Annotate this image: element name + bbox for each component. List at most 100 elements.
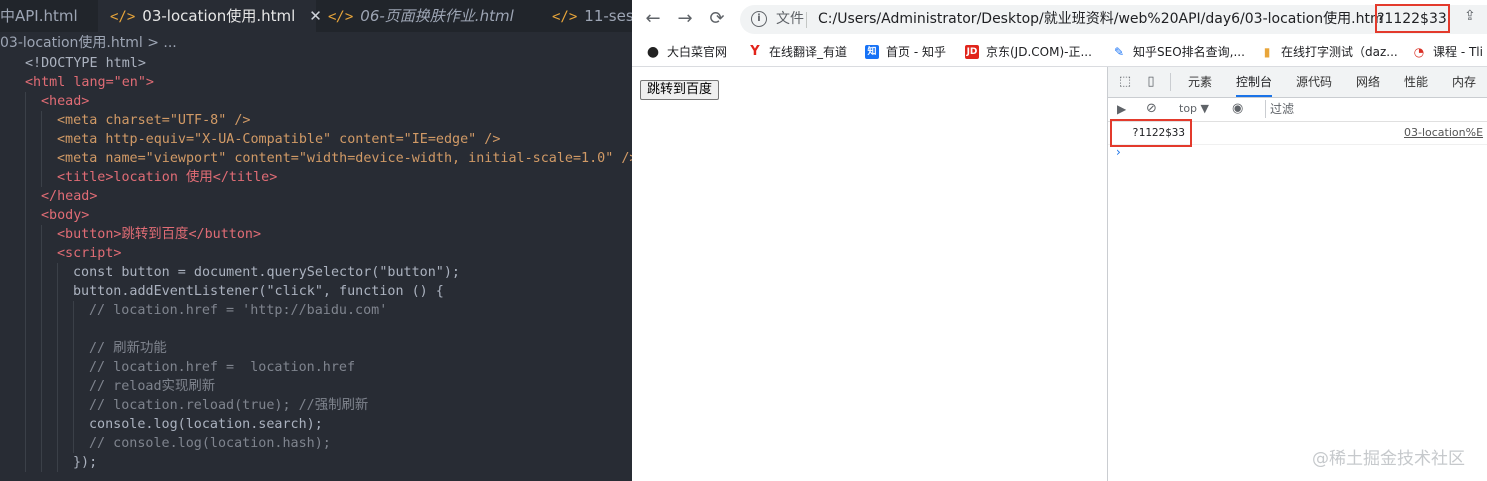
code-line: <!DOCTYPE html> (0, 54, 146, 73)
inspect-icon[interactable]: ⬚ (1118, 75, 1132, 89)
watermark: @稀土掘金技术社区 (1312, 449, 1465, 469)
code-text: <head> (41, 94, 90, 109)
code-text: <html lang="en"> (25, 75, 154, 90)
code-line: <button>跳转到百度</button> (0, 225, 261, 244)
tab-api-html[interactable]: 中API.html (0, 0, 98, 32)
log-source-link[interactable]: 03-location%E (1404, 122, 1483, 144)
code-line: <html lang="en"> (0, 73, 154, 92)
code-text: <meta http-equiv="X-UA-Compatible" conte… (57, 132, 501, 147)
tab-skin-html[interactable]: </> 06-页面换肤作业.html (316, 0, 540, 32)
code-line: const button = document.querySelector("b… (0, 263, 460, 282)
tab-session-html[interactable]: </> 11-sess (540, 0, 632, 32)
code-text: <script> (57, 246, 122, 261)
clear-console-icon[interactable]: ⊘ (1146, 101, 1157, 117)
code-text: console.log(location.search); (89, 417, 323, 432)
code-line: <script> (0, 244, 122, 263)
console-filter-input[interactable]: 过滤 (1265, 100, 1487, 118)
url-path[interactable]: C:/Users/Administrator/Desktop/就业班资料/web… (818, 5, 1384, 34)
code-comment: // location.href = location.href (89, 360, 356, 375)
code-text: const button = document.querySelector("b… (73, 265, 460, 280)
tab-location-html[interactable]: </> 03-location使用.html ✕ (98, 0, 322, 32)
sidebar-toggle-icon[interactable]: ▶ (1117, 101, 1126, 117)
jd-icon: JD (965, 44, 979, 59)
devtools-tab-bar: ⬚ ▯ 元素 控制台 源代码 网络 性能 内存 (1108, 67, 1487, 98)
github-icon: ● (646, 43, 660, 60)
bookmark-label: 京东(JD.COM)-正... (986, 45, 1092, 59)
typing-icon: ▮ (1263, 44, 1271, 59)
course-icon: ◔ (1413, 44, 1425, 59)
code-text: </head> (41, 189, 98, 204)
code-text: <body> (41, 208, 90, 223)
divider (1170, 73, 1171, 91)
html-file-icon: </> (110, 9, 136, 25)
device-toolbar-icon[interactable]: ▯ (1144, 75, 1158, 89)
code-text: <button>跳转到百度</button> (57, 227, 262, 242)
editor-tab-bar: 中API.html </> 03-location使用.html ✕ </> 06-页… (0, 0, 632, 32)
breadcrumb[interactable]: 03-location使用.html > ... (0, 32, 177, 54)
highlight-box (1110, 119, 1192, 147)
zhihu-icon: 知 (865, 44, 879, 59)
bookmark-item[interactable]: ▮ 在线打字测试（daz... (1260, 38, 1398, 66)
bookmark-item[interactable]: ● 大白菜官网 (646, 38, 727, 66)
code-comment: // reload实现刷新 (89, 379, 216, 394)
bookmark-label: 首页 - 知乎 (886, 45, 946, 59)
jump-to-baidu-button[interactable]: 跳转到百度 (640, 80, 720, 100)
tab-elements[interactable]: 元素 (1188, 67, 1212, 97)
code-comment: // 刷新功能 (89, 341, 167, 356)
bookmark-label: 课程 - Tli (1433, 45, 1483, 59)
tab-label: 中API.html (0, 7, 78, 25)
code-text: <title>location 使用</title> (57, 170, 278, 185)
bookmark-label: 在线翻译_有道 (769, 45, 848, 59)
highlight-box (1375, 4, 1450, 33)
share-icon[interactable]: ⇪ (1464, 8, 1476, 24)
forward-icon[interactable]: → (674, 8, 696, 30)
code-line: button.addEventListener("click", functio… (0, 282, 444, 301)
divider (806, 12, 807, 28)
code-line: <body> (0, 206, 89, 225)
code-text: <meta charset="UTF-8" /> (57, 113, 251, 128)
bookmarks-bar: ● 大白菜官网 Y 在线翻译_有道 知首页 - 知乎 JD 京东(JD.COM)-正.… (632, 38, 1487, 67)
code-line: }); (0, 453, 97, 472)
code-comment: // location.reload(true); //强制刷新 (89, 398, 369, 413)
browser-window: ← → ⟳ i 文件 C:/Users/Administrator/Deskto… (632, 0, 1487, 481)
back-icon[interactable]: ← (642, 8, 664, 30)
bookmark-item[interactable]: JD 京东(JD.COM)-正... (965, 38, 1092, 66)
code-text: <!DOCTYPE html> (25, 56, 146, 71)
code-comment: // location.href = 'http://baidu.com' (89, 303, 388, 318)
code-line: // 刷新功能 (0, 339, 167, 358)
info-icon[interactable]: i (751, 11, 767, 27)
scheme-label: 文件 (776, 11, 804, 27)
bookmark-item[interactable]: ✎ 知乎SEO排名查询,... (1112, 38, 1245, 66)
tab-label: 06-页面换肤作业.html (360, 7, 514, 25)
html-file-icon: </> (552, 9, 578, 25)
tab-memory[interactable]: 内存 (1452, 67, 1476, 97)
bookmark-item[interactable]: ◔ 课程 - Tli (1412, 38, 1483, 66)
code-editor[interactable]: 中API.html </> 03-location使用.html ✕ </> 06-页… (0, 0, 632, 481)
code-line: <head> (0, 92, 89, 111)
tab-label: 03-location使用.html (142, 7, 296, 25)
bookmark-label: 知乎SEO排名查询,... (1133, 45, 1245, 59)
code-line: // location.reload(true); //强制刷新 (0, 396, 368, 415)
eye-icon[interactable]: ◉ (1232, 101, 1243, 117)
code-line: <meta name="viewport" content="width=dev… (0, 149, 632, 168)
reload-icon[interactable]: ⟳ (706, 8, 728, 30)
console-prompt[interactable]: › (1116, 145, 1121, 159)
tab-sources[interactable]: 源代码 (1296, 67, 1332, 97)
tab-network[interactable]: 网络 (1356, 67, 1380, 97)
code-line: <meta http-equiv="X-UA-Compatible" conte… (0, 130, 500, 149)
tab-console[interactable]: 控制台 (1236, 67, 1273, 97)
seo-icon: ✎ (1113, 44, 1125, 59)
code-comment: // console.log(location.hash); (89, 436, 331, 451)
bookmark-item[interactable]: 知首页 - 知乎 (865, 38, 946, 66)
bookmark-item[interactable]: Y 在线翻译_有道 (748, 38, 847, 66)
code-text: button.addEventListener("click", functio… (73, 284, 444, 299)
page-viewport: 跳转到百度 (632, 67, 1107, 481)
browser-toolbar: ← → ⟳ i 文件 C:/Users/Administrator/Deskto… (632, 0, 1487, 38)
youdao-icon: Y (750, 43, 760, 59)
code-line: console.log(location.search); (0, 415, 323, 434)
tab-performance[interactable]: 性能 (1404, 67, 1428, 97)
code-line: <title>location 使用</title> (0, 168, 277, 187)
bookmark-label: 在线打字测试（daz... (1281, 45, 1398, 59)
context-selector[interactable]: top ▼ (1179, 101, 1209, 117)
code-text: }); (73, 455, 98, 470)
